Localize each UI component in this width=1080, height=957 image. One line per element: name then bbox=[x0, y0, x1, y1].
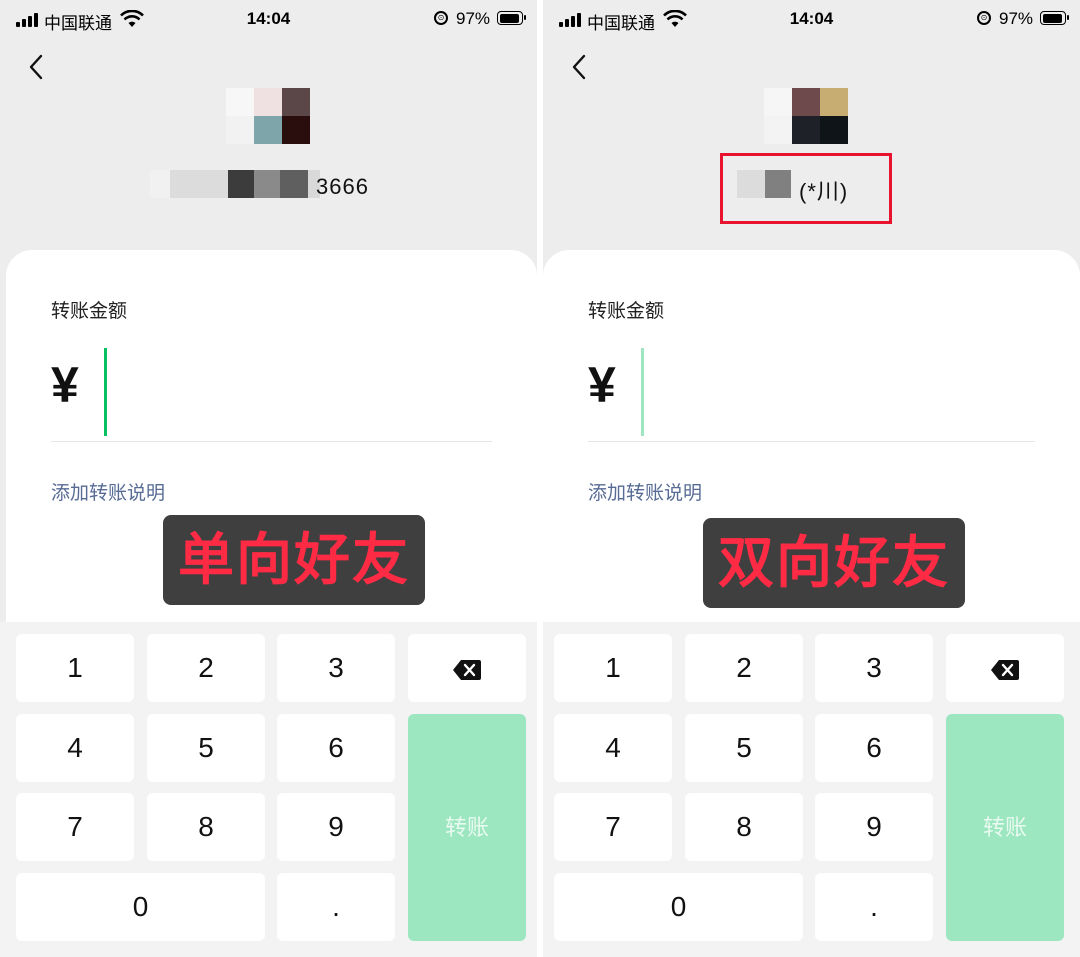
highlight-box bbox=[720, 153, 892, 224]
battery-percent: 97% bbox=[456, 9, 491, 28]
key-5[interactable]: 5 bbox=[147, 714, 265, 782]
right-screen: 中国联通 14:04 ⊙ 97% (*川) 转账金额 ¥ 添加转账说明 双向好友 bbox=[543, 0, 1080, 957]
key-2[interactable]: 2 bbox=[685, 634, 803, 702]
key-9[interactable]: 9 bbox=[277, 793, 395, 861]
left-screen: 中国联通 14:04 ⊙ 97% 3666 转账金额 ¥ 添加转账说明 单向好友… bbox=[0, 0, 537, 957]
key-dot[interactable]: . bbox=[815, 873, 933, 941]
backspace-icon bbox=[991, 659, 1019, 680]
transfer-card: 转账金额 ¥ 添加转账说明 双向好友 bbox=[543, 250, 1080, 622]
battery-icon bbox=[497, 11, 526, 25]
key-3[interactable]: 3 bbox=[815, 634, 933, 702]
key-2[interactable]: 2 bbox=[147, 634, 265, 702]
recipient-name: 3666 bbox=[150, 168, 370, 202]
amount-input[interactable] bbox=[641, 348, 644, 436]
rotation-lock-icon: ⊙ bbox=[977, 11, 991, 25]
key-4[interactable]: 4 bbox=[16, 714, 134, 782]
amount-underline bbox=[51, 441, 492, 442]
rotation-lock-icon: ⊙ bbox=[434, 11, 448, 25]
keypad: 1 2 3 4 5 6 7 8 9 0 . 转账 bbox=[0, 622, 537, 957]
key-6[interactable]: 6 bbox=[277, 714, 395, 782]
key-7[interactable]: 7 bbox=[16, 793, 134, 861]
recipient-name-suffix: 3666 bbox=[316, 174, 369, 199]
status-bar: 中国联通 14:04 ⊙ 97% bbox=[543, 0, 1080, 40]
key-4[interactable]: 4 bbox=[554, 714, 672, 782]
currency-symbol: ¥ bbox=[588, 357, 616, 413]
key-1[interactable]: 1 bbox=[554, 634, 672, 702]
back-icon[interactable] bbox=[26, 52, 48, 82]
add-note-link[interactable]: 添加转账说明 bbox=[588, 478, 702, 505]
transfer-button[interactable]: 转账 bbox=[408, 714, 526, 941]
transfer-button[interactable]: 转账 bbox=[946, 714, 1064, 941]
key-6[interactable]: 6 bbox=[815, 714, 933, 782]
backspace-icon bbox=[453, 659, 481, 680]
transfer-card: 转账金额 ¥ 添加转账说明 单向好友 bbox=[6, 250, 537, 622]
amount-underline bbox=[588, 441, 1035, 442]
key-9[interactable]: 9 bbox=[815, 793, 933, 861]
amount-label: 转账金额 bbox=[51, 301, 128, 322]
avatar bbox=[226, 88, 310, 144]
key-3[interactable]: 3 bbox=[277, 634, 395, 702]
key-5[interactable]: 5 bbox=[685, 714, 803, 782]
amount-input[interactable] bbox=[104, 348, 107, 436]
status-bar: 中国联通 14:04 ⊙ 97% bbox=[0, 0, 537, 40]
add-note-link[interactable]: 添加转账说明 bbox=[51, 478, 165, 505]
avatar bbox=[764, 88, 848, 144]
battery-percent: 97% bbox=[999, 9, 1034, 28]
amount-label: 转账金额 bbox=[588, 301, 665, 322]
key-7[interactable]: 7 bbox=[554, 793, 672, 861]
key-1[interactable]: 1 bbox=[16, 634, 134, 702]
backspace-key[interactable] bbox=[408, 634, 526, 702]
friend-type-tag: 双向好友 bbox=[703, 518, 965, 608]
key-dot[interactable]: . bbox=[277, 873, 395, 941]
backspace-key[interactable] bbox=[946, 634, 1064, 702]
keypad: 1 2 3 4 5 6 7 8 9 0 . 转账 bbox=[543, 622, 1080, 957]
key-0[interactable]: 0 bbox=[16, 873, 265, 941]
back-icon[interactable] bbox=[569, 52, 591, 82]
key-8[interactable]: 8 bbox=[685, 793, 803, 861]
battery-icon bbox=[1040, 11, 1069, 25]
currency-symbol: ¥ bbox=[51, 357, 79, 413]
key-8[interactable]: 8 bbox=[147, 793, 265, 861]
friend-type-tag: 单向好友 bbox=[163, 515, 425, 605]
key-0[interactable]: 0 bbox=[554, 873, 803, 941]
